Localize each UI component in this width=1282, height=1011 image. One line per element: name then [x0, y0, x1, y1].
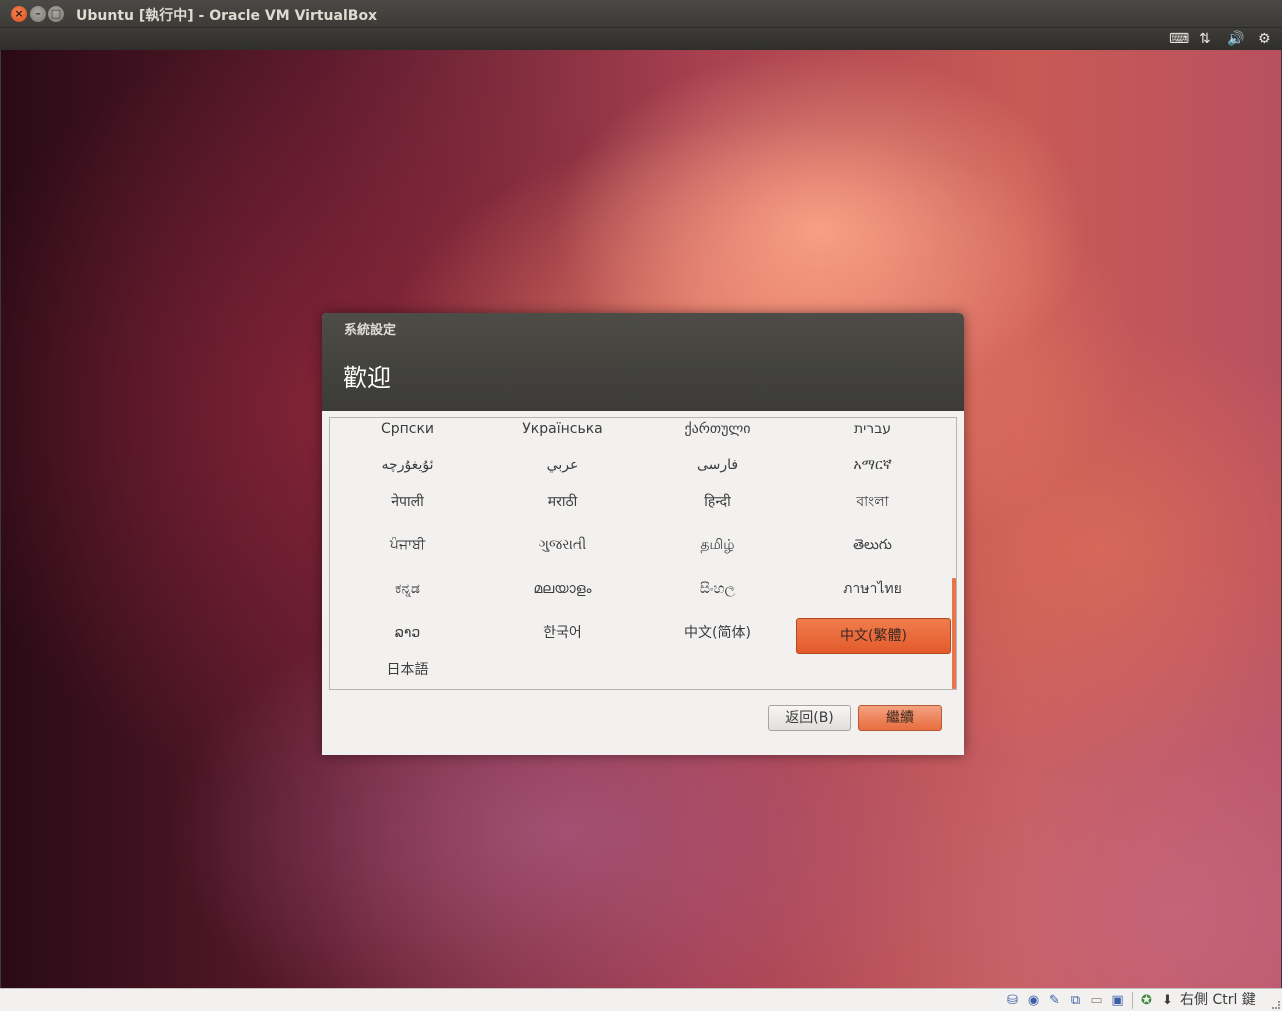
- network-arrows-icon[interactable]: ⇅: [1199, 30, 1211, 48]
- language-option[interactable]: 中文(繁體): [796, 618, 951, 654]
- language-option[interactable]: தமிழ்: [640, 535, 795, 571]
- language-option[interactable]: नेपाली: [330, 492, 485, 528]
- statusbar-separator: [1132, 992, 1133, 1009]
- mouse-integration-icon[interactable]: ⬇: [1159, 992, 1176, 1009]
- dialog-header: 系統設定 歡迎: [322, 313, 964, 411]
- language-option[interactable]: Српски: [330, 419, 485, 455]
- language-option[interactable]: عربي: [485, 455, 640, 491]
- scrollbar-thumb[interactable]: [952, 578, 956, 689]
- language-option[interactable]: 日本語: [330, 660, 485, 689]
- language-option[interactable]: ქართული: [640, 419, 795, 455]
- gear-icon[interactable]: ⚙: [1258, 30, 1271, 48]
- guest-top-panel: ⌨ ⇅ 🔊 ⚙: [0, 28, 1282, 50]
- language-option[interactable]: ລາວ: [330, 623, 485, 659]
- language-grid: Српски Українська ქართული עברית ئۇيغۇرچە عربي…: [330, 418, 951, 689]
- optical-drive-icon[interactable]: ◉: [1025, 992, 1042, 1009]
- usb-icon[interactable]: ✎: [1046, 992, 1063, 1009]
- language-option[interactable]: አማርኛ: [795, 455, 950, 491]
- host-key-label: 右側 Ctrl 鍵: [1180, 992, 1256, 1008]
- language-option[interactable]: Українська: [485, 419, 640, 455]
- language-option[interactable]: ภาษาไทย: [795, 579, 950, 615]
- language-option[interactable]: עברית: [795, 419, 950, 455]
- window-titlebar: × – □ Ubuntu [執行中] - Oracle VM VirtualBo…: [0, 0, 1282, 28]
- virtualization-icon[interactable]: ✪: [1138, 992, 1155, 1009]
- window-close-button[interactable]: ×: [11, 6, 27, 22]
- language-option[interactable]: ಕನ್ನಡ: [330, 579, 485, 615]
- language-list[interactable]: Српски Українська ქართული עברית ئۇيغۇرچە عربي…: [329, 417, 957, 690]
- keyboard-icon[interactable]: ⌨: [1169, 30, 1189, 48]
- language-option[interactable]: فارسی: [640, 455, 795, 491]
- language-option[interactable]: සිංහල: [640, 579, 795, 615]
- dialog-heading: 歡迎: [343, 364, 391, 392]
- vbox-statusbar: ⛁ ◉ ✎ ⧉ ▭ ▣ ✪ ⬇ 右側 Ctrl 鍵: [0, 988, 1282, 1011]
- resize-grip[interactable]: [1272, 1001, 1280, 1009]
- language-option[interactable]: मराठी: [485, 492, 640, 528]
- window-title: Ubuntu [執行中] - Oracle VM VirtualBox: [76, 8, 378, 24]
- language-option[interactable]: বাংলা: [795, 492, 950, 528]
- network-icon[interactable]: ⧉: [1067, 992, 1084, 1009]
- continue-button[interactable]: 繼續: [858, 705, 942, 731]
- dialog-title: 系統設定: [344, 323, 397, 338]
- language-option[interactable]: ئۇيغۇرچە: [330, 455, 485, 491]
- language-scrollbar[interactable]: [950, 418, 956, 689]
- language-option[interactable]: हिन्दी: [640, 492, 795, 528]
- display-icon[interactable]: ▣: [1109, 992, 1126, 1009]
- guest-desktop: 系統設定 歡迎 Српски Українська ქართული עברית ئۇيغ…: [1, 50, 1281, 988]
- language-option[interactable]: ગુજરાતી: [485, 535, 640, 571]
- back-button[interactable]: 返回(B): [768, 705, 851, 731]
- hard-disk-icon[interactable]: ⛁: [1004, 992, 1021, 1009]
- language-option[interactable]: 中文(简体): [640, 623, 795, 659]
- window-maximize-button[interactable]: □: [48, 6, 64, 22]
- welcome-dialog: 系統設定 歡迎 Српски Українська ქართული עברית ئۇيغ…: [322, 313, 964, 755]
- shared-folders-icon[interactable]: ▭: [1088, 992, 1105, 1009]
- language-option[interactable]: 한국어: [485, 623, 640, 659]
- language-option[interactable]: മലയാളം: [485, 579, 640, 615]
- volume-icon[interactable]: 🔊: [1227, 30, 1244, 48]
- language-option[interactable]: తెలుగు: [795, 535, 950, 571]
- language-option[interactable]: ਪੰਜਾਬੀ: [330, 535, 485, 571]
- window-minimize-button[interactable]: –: [30, 6, 46, 22]
